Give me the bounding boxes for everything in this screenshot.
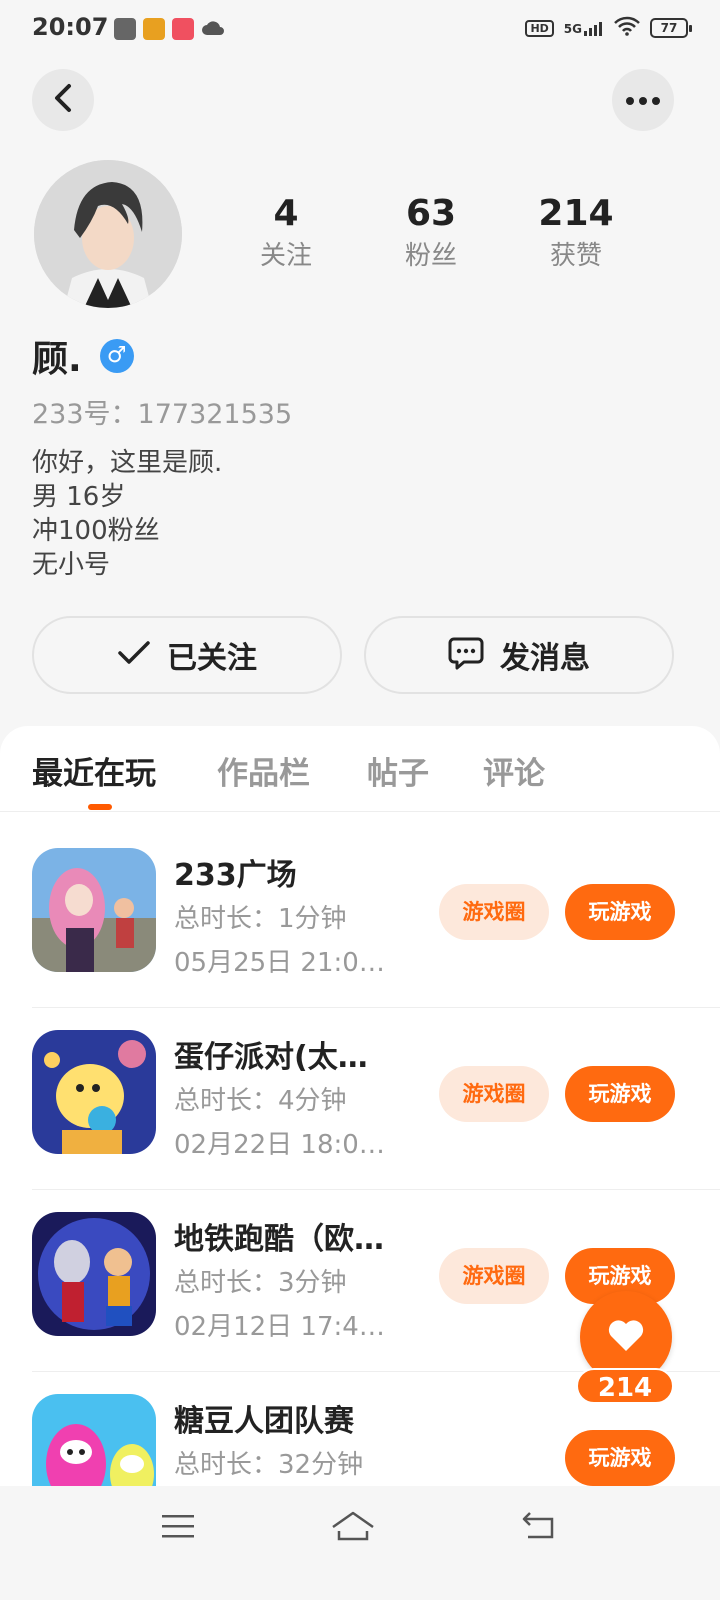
bio-line: 男 16岁: [32, 482, 126, 512]
game-circle-button[interactable]: 游戏圈: [439, 1066, 549, 1122]
profile-stats: 4 关注 63 粉丝 214 获赞: [0, 192, 720, 292]
game-duration: 总时长：4分钟: [174, 1086, 347, 1116]
following-count: 4: [273, 193, 299, 234]
more-icon: [625, 91, 661, 110]
tab-recently-played[interactable]: 最近在玩: [32, 748, 156, 793]
tab-works[interactable]: 作品栏: [217, 748, 310, 793]
status-bar: 20:07 HD 5G 77: [0, 0, 720, 56]
game-last-played: 02月12日 17:4…: [174, 1312, 385, 1342]
game-list-item[interactable]: 233广场 总时长：1分钟 05月25日 21:0… 游戏圈 玩游戏: [0, 826, 720, 1008]
game-icon: [32, 1030, 156, 1154]
user-name: 顾.: [32, 339, 82, 380]
likes-label: 获赞: [549, 241, 602, 271]
back-button[interactable]: [32, 69, 94, 131]
game-last-played: 02月22日 18:0…: [174, 1130, 385, 1160]
likes-count: 214: [538, 193, 614, 234]
followers-label: 粉丝: [404, 241, 457, 271]
game-icon: [32, 848, 156, 972]
network-type: 5G: [563, 22, 582, 36]
menu-button[interactable]: [148, 1508, 208, 1548]
game-notification-icon: [143, 18, 165, 40]
game-name: 糖豆人团队赛: [174, 1404, 354, 1439]
battery-icon: 77: [650, 18, 692, 38]
return-button[interactable]: [508, 1508, 568, 1548]
return-icon: [520, 1511, 556, 1545]
home-icon: [329, 1509, 377, 1547]
game-last-played: 05月25日 21:0…: [174, 948, 385, 978]
check-icon: [117, 640, 151, 670]
likes-stat[interactable]: 214 获赞: [516, 192, 636, 276]
tab-posts[interactable]: 帖子: [367, 748, 429, 793]
game-list-item[interactable]: 蛋仔派对(太… 总时长：4分钟 02月22日 18:0… 游戏圈 玩游戏: [0, 1008, 720, 1190]
game-duration: 总时长：1分钟: [174, 904, 347, 934]
game-circle-button[interactable]: 游戏圈: [439, 1248, 549, 1304]
followers-stat[interactable]: 63 粉丝: [371, 192, 491, 276]
chat-icon: [448, 636, 484, 674]
followers-count: 63: [405, 193, 457, 234]
hd-badge: HD: [525, 19, 554, 37]
message-button[interactable]: 发消息: [364, 616, 674, 694]
bio-line: 你好，这里是顾.: [32, 448, 223, 478]
app-notification-icon: [172, 18, 194, 40]
play-game-button[interactable]: 玩游戏: [565, 1066, 675, 1122]
profile-tabs: 最近在玩 作品栏 帖子 评论: [0, 726, 720, 812]
followed-label: 已关注: [167, 641, 257, 676]
tab-comments[interactable]: 评论: [483, 748, 545, 793]
home-button[interactable]: [323, 1508, 383, 1548]
game-name: 233广场: [174, 858, 297, 893]
heart-icon: [606, 1317, 646, 1357]
like-count: 214: [576, 1368, 674, 1404]
signal-icon: 5G: [564, 20, 604, 36]
male-gender-icon: ♂: [99, 339, 134, 373]
active-tab-indicator: [88, 804, 112, 810]
play-game-button[interactable]: 玩游戏: [565, 1430, 675, 1486]
following-stat[interactable]: 4 关注: [226, 192, 346, 276]
back-icon: [51, 83, 75, 117]
following-label: 关注: [259, 241, 312, 271]
user-id[interactable]: 233号：177321535: [32, 392, 292, 431]
play-game-button[interactable]: 玩游戏: [565, 884, 675, 940]
cloud-icon: [201, 17, 225, 43]
wifi-icon: [614, 16, 640, 40]
user-bio: 你好，这里是顾. 男 16岁 冲100粉丝 无小号: [32, 446, 222, 582]
message-label: 发消息: [500, 641, 590, 676]
name-row: 顾. ♂: [32, 330, 134, 382]
game-circle-button[interactable]: 游戏圈: [439, 884, 549, 940]
status-indicators: HD 5G 77: [525, 16, 692, 40]
game-name: 蛋仔派对(太…: [174, 1040, 368, 1075]
app-notification-icon: [114, 18, 136, 40]
menu-icon: [161, 1513, 195, 1543]
game-name: 地铁跑酷（欧…: [174, 1222, 384, 1257]
followed-button[interactable]: 已关注: [32, 616, 342, 694]
bio-line: 无小号: [32, 550, 111, 580]
system-nav-bar: [0, 1486, 720, 1600]
bio-line: 冲100粉丝: [32, 516, 160, 546]
game-duration: 总时长：3分钟: [174, 1268, 347, 1298]
status-time: 20:07: [32, 13, 109, 41]
game-icon: [32, 1212, 156, 1336]
more-button[interactable]: [612, 69, 674, 131]
game-duration: 总时长：32分钟: [174, 1450, 364, 1480]
